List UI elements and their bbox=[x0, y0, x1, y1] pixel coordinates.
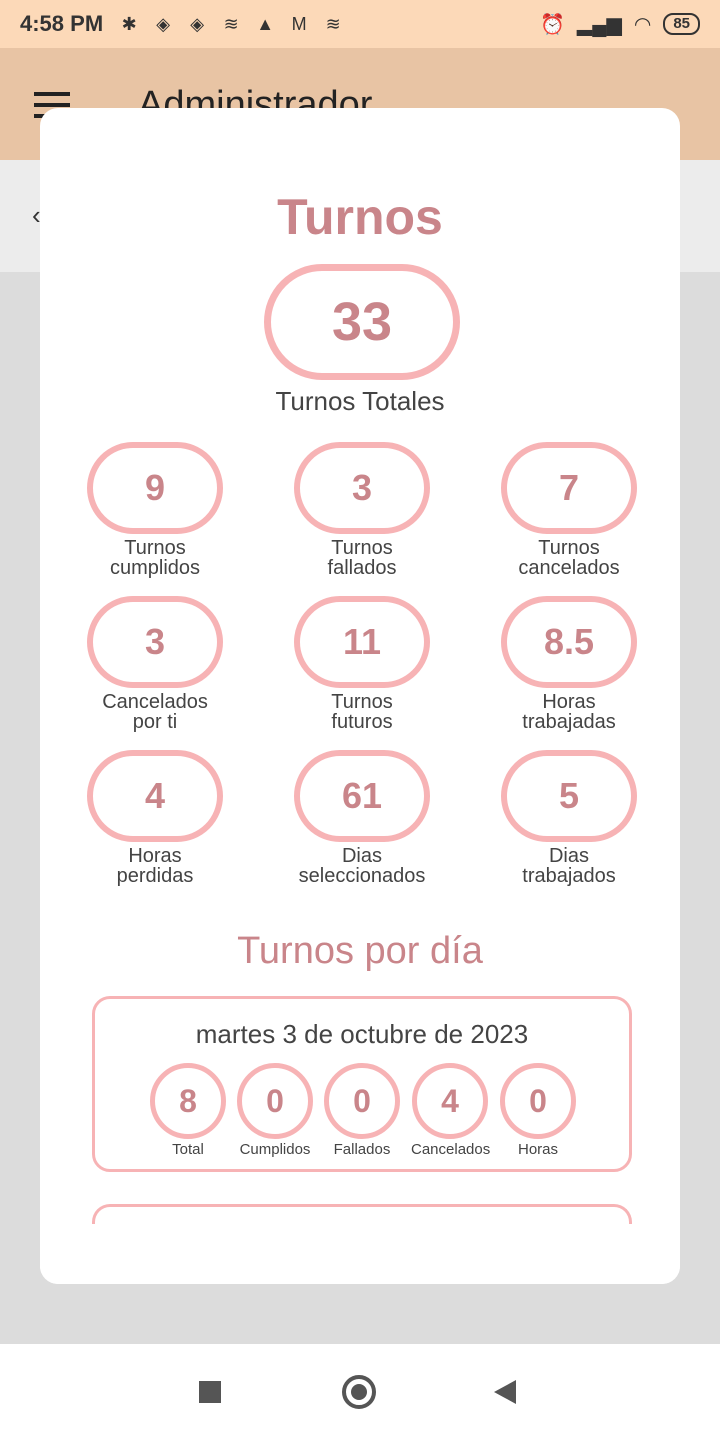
total-turns-value: 33 bbox=[264, 264, 460, 380]
stat-label: Turnos cumplidos bbox=[109, 537, 201, 579]
app-notification-icon: ◈ bbox=[190, 14, 205, 34]
signal-icon: ▂▄▆ bbox=[576, 13, 622, 36]
stat-value: 61 bbox=[294, 750, 430, 842]
stat-dias-trabajados: 5 Dias trabajados bbox=[474, 750, 664, 886]
day-fallados: 0 Fallados bbox=[323, 1063, 401, 1158]
stat-label: Horas trabajadas bbox=[522, 691, 616, 733]
stat-turnos-cancelados: 7 Turnos cancelados bbox=[474, 442, 664, 578]
stat-label: Turnos cancelados bbox=[518, 537, 620, 579]
stat-turnos-fallados: 3 Turnos fallados bbox=[267, 442, 457, 578]
scroll-fade bbox=[40, 1224, 680, 1284]
total-turns-label: Turnos Totales bbox=[275, 386, 445, 416]
status-time: 4:58 PM bbox=[20, 11, 104, 36]
stat-value: 7 bbox=[501, 442, 637, 534]
stat-turnos-futuros: 11 Turnos futuros bbox=[267, 596, 457, 732]
stat-horas-perdidas: 4 Horas perdidas bbox=[60, 750, 250, 886]
per-day-title: Turnos por día bbox=[237, 930, 483, 972]
stat-label: Turnos fallados bbox=[327, 537, 397, 579]
slack-icon: ✱ bbox=[121, 14, 137, 34]
recents-button[interactable] bbox=[199, 1381, 221, 1403]
stat-horas-trabajadas: 8.5 Horas trabajadas bbox=[474, 596, 664, 732]
stat-dias-seleccionados: 61 Dias seleccionados bbox=[267, 750, 457, 886]
stat-cancelados-por-ti: 3 Cancelados por ti bbox=[60, 596, 250, 732]
stat-value: 3 bbox=[294, 442, 430, 534]
day-cumplidos-value: 0 bbox=[237, 1063, 313, 1139]
battery-indicator: 85 bbox=[663, 13, 700, 35]
stat-label: Dias trabajados bbox=[522, 845, 616, 887]
day-cancelados-value: 4 bbox=[412, 1063, 488, 1139]
day-horas: 0 Horas bbox=[499, 1063, 577, 1158]
stat-value: 11 bbox=[294, 596, 430, 688]
day-total: 8 Total bbox=[149, 1063, 227, 1158]
stat-label: Dias seleccionados bbox=[298, 845, 426, 887]
layers-icon: ≋ bbox=[325, 14, 341, 34]
stat-value: 4 bbox=[87, 750, 223, 842]
stat-value: 9 bbox=[87, 442, 223, 534]
alarm-icon: ⏰ bbox=[540, 13, 565, 36]
layers-icon: ≋ bbox=[223, 14, 239, 34]
stat-label: Cancelados por ti bbox=[102, 691, 208, 733]
stats-dialog: Turnos 33 Turnos Totales 9 Turnos cumpli… bbox=[40, 108, 680, 1284]
day-cancelados: 4 Cancelados bbox=[411, 1063, 491, 1158]
day-cumplidos: 0 Cumplidos bbox=[236, 1063, 314, 1158]
day-total-value: 8 bbox=[150, 1063, 226, 1139]
day-fallados-value: 0 bbox=[324, 1063, 400, 1139]
stat-value: 3 bbox=[87, 596, 223, 688]
day-cumplidos-label: Cumplidos bbox=[239, 1141, 311, 1158]
day-cancelados-label: Cancelados bbox=[411, 1141, 491, 1158]
stat-value: 5 bbox=[501, 750, 637, 842]
wifi-icon: ◠ bbox=[633, 13, 652, 36]
status-bar: 4:58 PM ✱ ◈ ◈ ≋ ▲ M ≋ ⏰ ▂▄▆ ◠ 85 bbox=[0, 0, 720, 48]
day-horas-value: 0 bbox=[500, 1063, 576, 1139]
day-total-label: Total bbox=[172, 1141, 204, 1158]
arc-icon: ▲ bbox=[256, 14, 275, 34]
day-date: martes 3 de octubre de 2023 bbox=[195, 1019, 529, 1049]
stat-turnos-cumplidos: 9 Turnos cumplidos bbox=[60, 442, 250, 578]
home-button[interactable] bbox=[342, 1375, 376, 1409]
stat-label: Turnos futuros bbox=[331, 691, 393, 733]
gmail-icon: M bbox=[291, 14, 307, 34]
stat-label: Horas perdidas bbox=[116, 845, 194, 887]
app-notification-icon: ◈ bbox=[156, 14, 171, 34]
day-card: martes 3 de octubre de 2023 8 Total 0 Cu… bbox=[92, 996, 632, 1172]
notification-icons: ✱ ◈ ◈ ≋ ▲ M ≋ bbox=[117, 12, 345, 36]
day-fallados-label: Fallados bbox=[333, 1141, 391, 1158]
back-button[interactable] bbox=[494, 1380, 516, 1404]
dialog-title: Turnos bbox=[277, 189, 443, 245]
day-horas-label: Horas bbox=[517, 1141, 558, 1158]
stat-value: 8.5 bbox=[501, 596, 637, 688]
